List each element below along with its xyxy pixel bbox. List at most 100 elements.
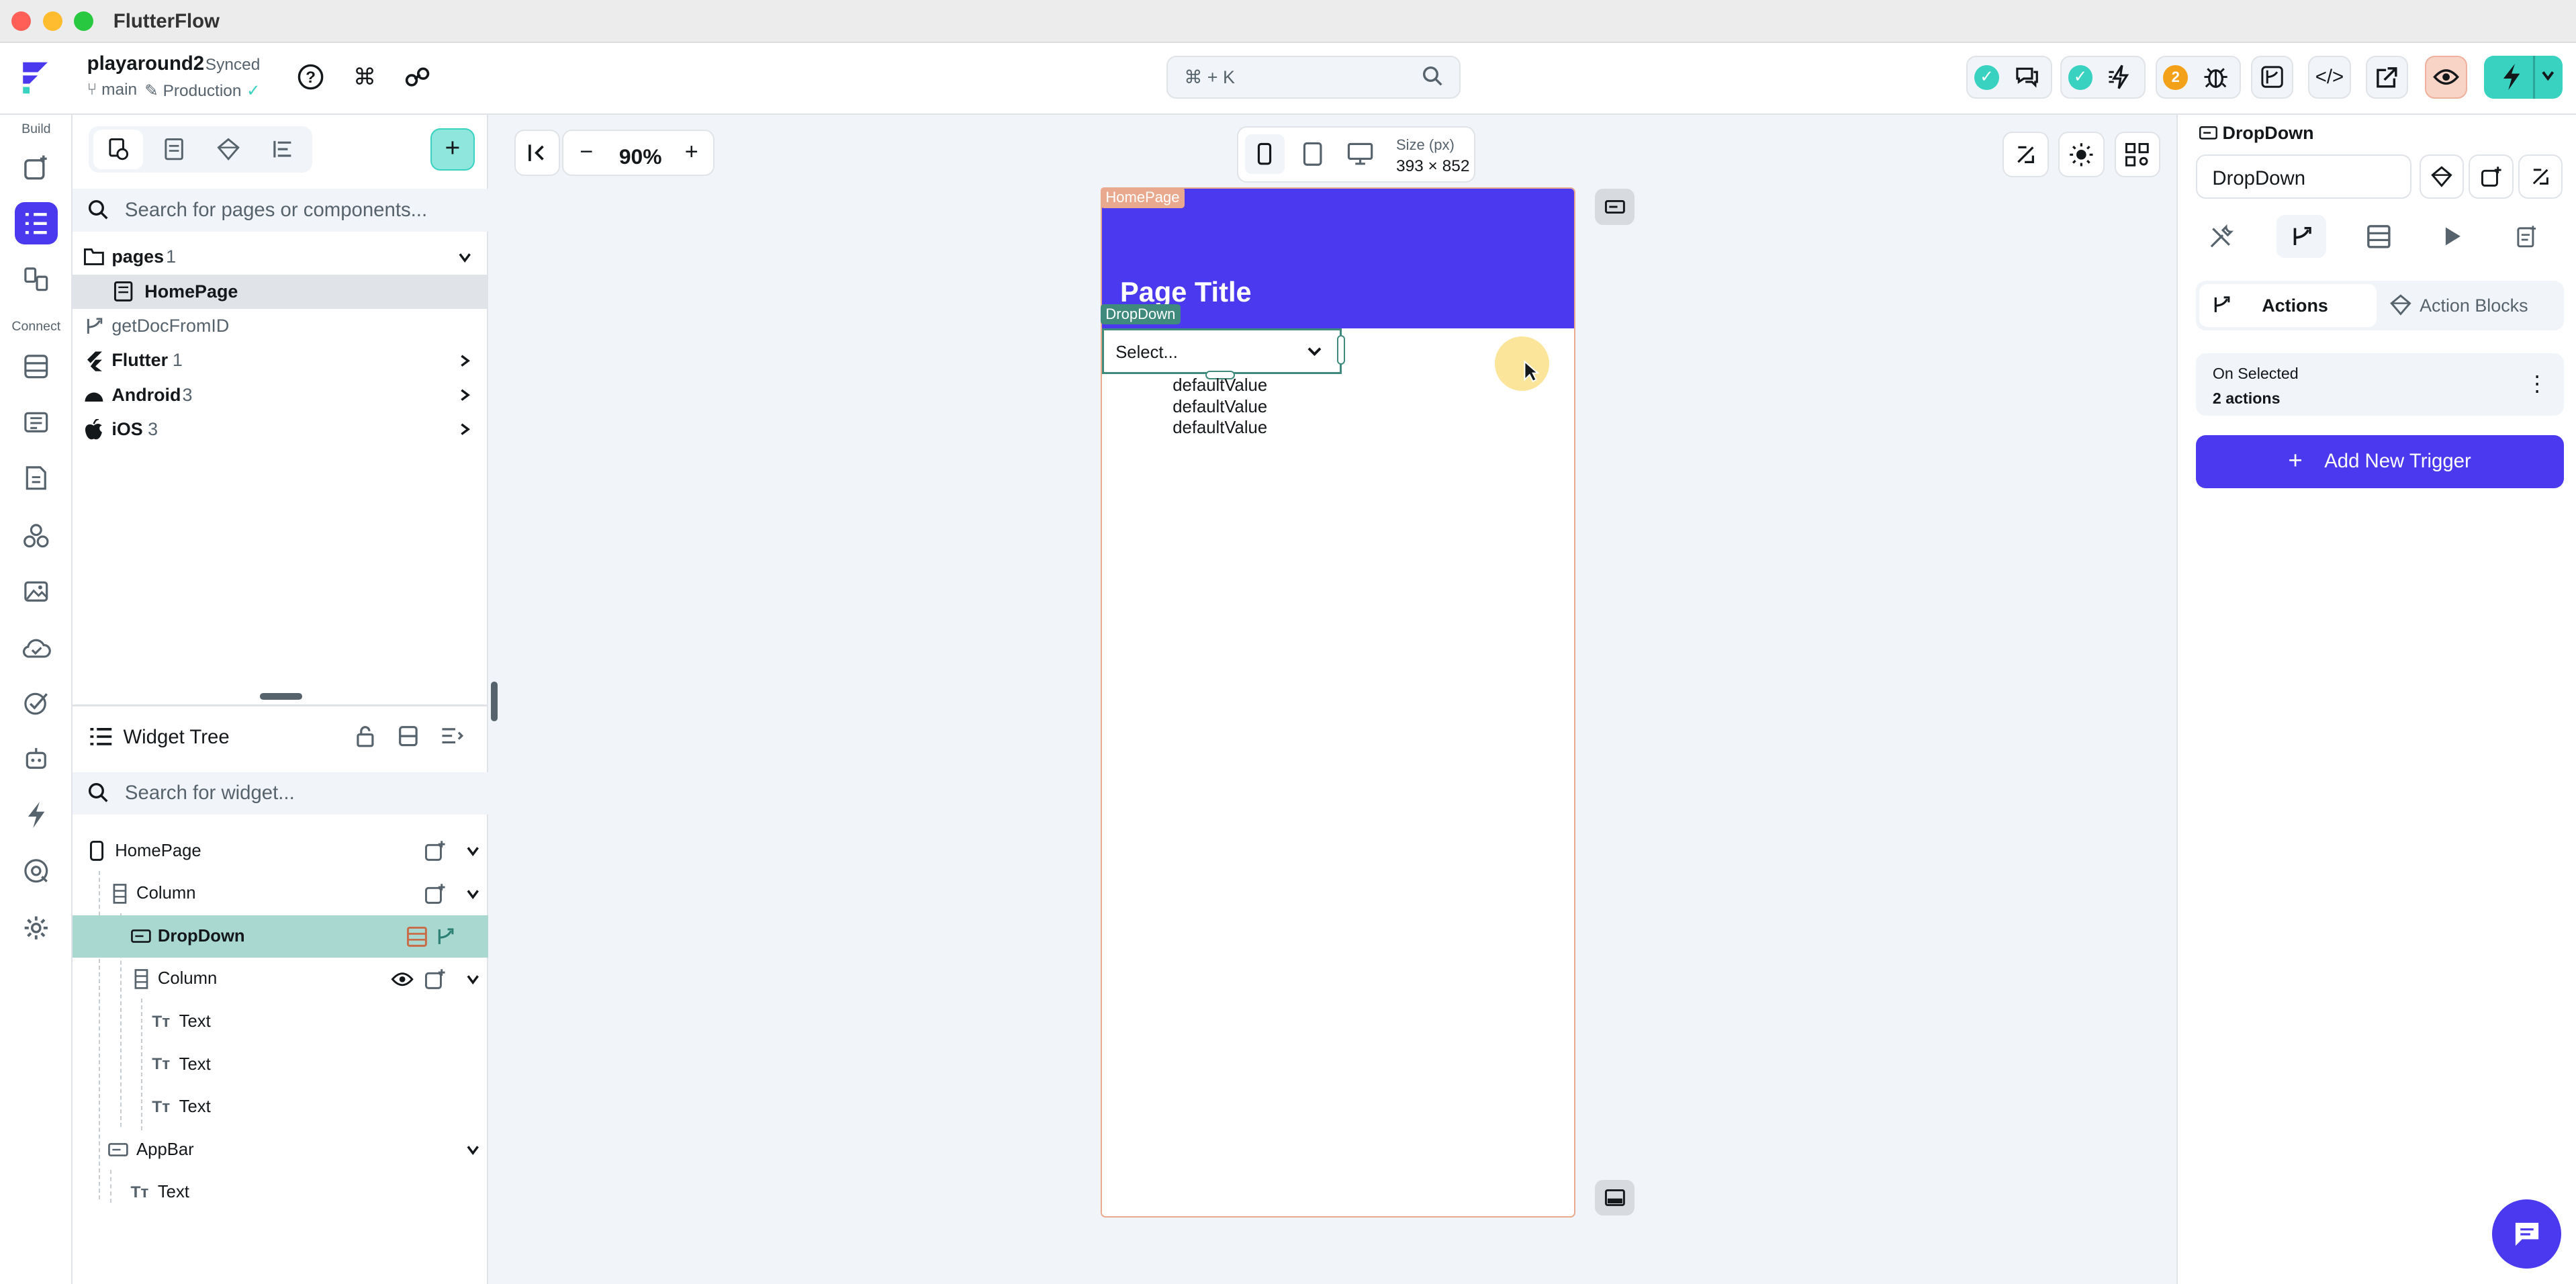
unlock-icon[interactable] [355, 725, 376, 747]
add-page-icon[interactable] [15, 146, 58, 189]
canvas-ai-button[interactable] [2003, 131, 2049, 178]
widget-node-homepage[interactable]: HomePage [73, 829, 488, 872]
widget-node-dropdown[interactable]: DropDown [72, 915, 488, 958]
database-icon[interactable] [15, 345, 58, 388]
theme-widget-button[interactable] [2420, 154, 2465, 199]
widget-node-text[interactable]: Tт Text [73, 1086, 488, 1129]
default-value-text[interactable]: defaultValue [1172, 418, 1267, 438]
appbar-toggle-chip[interactable] [1595, 189, 1635, 226]
action-blocks-segment-tab[interactable]: Action Blocks [2420, 295, 2528, 316]
chevron-down-icon[interactable] [461, 839, 484, 862]
tree-options-icon[interactable] [441, 726, 463, 745]
tests-icon[interactable] [15, 682, 58, 725]
add-page-button[interactable]: + [430, 128, 475, 171]
phone-size-button[interactable] [1244, 134, 1285, 174]
chevron-down-icon[interactable] [457, 249, 473, 265]
desktop-size-button[interactable] [1340, 134, 1380, 174]
preview-button[interactable] [2424, 56, 2468, 99]
canvas-settings-button[interactable] [2114, 131, 2160, 178]
widget-node-appbar[interactable]: AppBar [73, 1129, 488, 1172]
widget-node-text[interactable]: Tт Text [73, 1043, 488, 1086]
widget-node-text[interactable]: Tт Text [73, 1001, 488, 1044]
chevron-down-icon[interactable] [461, 1138, 484, 1161]
animations-tab[interactable] [2428, 215, 2477, 258]
chevron-down-icon[interactable] [461, 968, 484, 991]
theme-tab[interactable] [203, 130, 252, 169]
trigger-card-on-selected[interactable]: On Selected 2 actions ⋮ [2196, 353, 2565, 416]
bottom-nav-toggle-chip[interactable] [1595, 1179, 1635, 1216]
flutterflow-logo-icon[interactable] [15, 56, 58, 99]
branching-button[interactable] [2250, 56, 2294, 99]
widget-node-column[interactable]: Column [73, 872, 488, 915]
tree-item-flutter[interactable]: Flutter 1 [73, 343, 488, 377]
project-name[interactable]: playaround2 [87, 52, 204, 75]
branch-name[interactable]: ⑂ main [87, 81, 137, 99]
outline-tab[interactable] [258, 130, 307, 169]
settings-integrations-icon[interactable] [15, 850, 58, 892]
panel-resize-handle[interactable] [259, 693, 303, 700]
support-chat-button[interactable] [2492, 1199, 2561, 1269]
default-value-text[interactable]: defaultValue [1172, 376, 1267, 396]
code-view-button[interactable]: </> [2308, 56, 2351, 99]
chevron-right-icon[interactable] [457, 387, 473, 403]
chevron-down-icon[interactable] [461, 882, 484, 905]
lightning-action-icon[interactable] [15, 794, 58, 837]
help-icon[interactable]: ? [292, 59, 328, 95]
database-icon[interactable] [406, 925, 428, 948]
add-child-icon[interactable] [424, 968, 447, 991]
chevron-right-icon[interactable] [457, 421, 473, 437]
gear-icon[interactable] [15, 907, 58, 950]
widget-node-column-nested[interactable]: Column [73, 958, 488, 1001]
environment-name[interactable]: ✎ Production [144, 81, 241, 101]
add-child-icon[interactable] [424, 839, 447, 862]
default-value-text[interactable]: defaultValue [1172, 398, 1267, 417]
custom-code-icon[interactable] [15, 514, 58, 557]
widget-search-input[interactable]: Search for widget... [72, 772, 488, 815]
convert-component-button[interactable] [2469, 154, 2514, 199]
collapse-panel-button[interactable] [514, 130, 561, 176]
collapse-all-icon[interactable] [398, 725, 419, 747]
close-window-button[interactable] [11, 11, 32, 32]
action-flow-icon[interactable] [434, 925, 457, 948]
actions-tab[interactable] [2276, 215, 2326, 259]
zoom-in-button[interactable]: + [685, 139, 698, 165]
actions-segment-tab[interactable]: Actions [2262, 295, 2328, 316]
dropdown-widget[interactable]: Select... [1102, 328, 1342, 375]
app-state-icon[interactable] [15, 457, 58, 500]
api-calls-icon[interactable] [15, 401, 58, 444]
media-assets-icon[interactable] [15, 570, 58, 613]
ai-generate-button[interactable] [2518, 154, 2563, 199]
tree-item-pages[interactable]: pages 1 [73, 240, 488, 274]
tree-item-android[interactable]: Android 3 [73, 378, 488, 412]
comments-status-button[interactable]: ✓ [1966, 56, 2052, 99]
zoom-out-button[interactable]: − [580, 139, 593, 165]
chevron-right-icon[interactable] [457, 353, 473, 369]
add-child-icon[interactable] [424, 882, 447, 905]
page-selector-tab[interactable] [93, 130, 143, 169]
widget-tree-icon[interactable] [15, 201, 58, 245]
run-test-button[interactable] [2483, 56, 2563, 99]
open-external-button[interactable] [2365, 56, 2409, 99]
issues-button[interactable]: 2 [2155, 56, 2241, 99]
actions-status-button[interactable]: ✓ [2060, 56, 2146, 99]
maximize-window-button[interactable] [74, 11, 94, 32]
command-search-input[interactable]: ⌘ + K [1166, 56, 1461, 99]
properties-tab[interactable] [2196, 215, 2245, 258]
components-icon[interactable] [15, 258, 58, 301]
cloud-functions-icon[interactable] [15, 626, 58, 669]
page-search-input[interactable]: Search for pages or components... [72, 189, 488, 232]
backend-query-tab[interactable] [2354, 215, 2403, 258]
theme-mode-button[interactable] [2058, 131, 2105, 178]
link-icon[interactable] [399, 59, 435, 95]
design-canvas[interactable]: − 90% + Size (px) 393 × 852 Page Title S… [499, 115, 2177, 1284]
dropdown-resize-handle-right[interactable] [1336, 334, 1346, 365]
storyboard-tab[interactable] [150, 130, 199, 169]
eye-icon[interactable] [391, 968, 414, 991]
add-new-trigger-button[interactable]: + Add New Trigger [2196, 435, 2565, 488]
left-panel-resize-handle[interactable] [491, 682, 498, 721]
widget-name-input[interactable]: DropDown [2196, 154, 2411, 199]
widget-node-text[interactable]: Tт Text [73, 1171, 488, 1214]
page-title[interactable]: Page Title [1120, 276, 1252, 308]
minimize-window-button[interactable] [42, 11, 62, 32]
documentation-tab[interactable] [2501, 215, 2550, 258]
